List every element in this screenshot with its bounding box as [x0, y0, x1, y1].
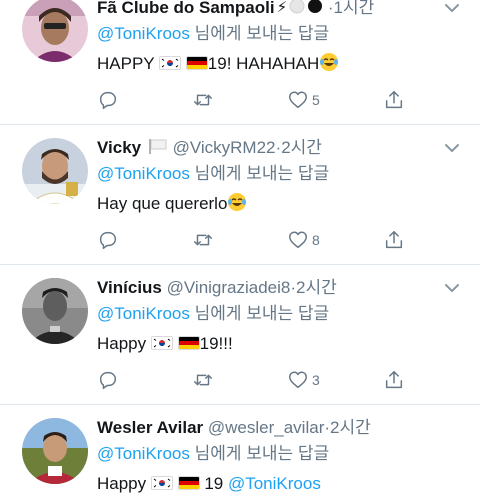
reply-context-label: 님에게 보내는 답글 — [189, 444, 330, 463]
reply-mention-link[interactable]: @ToniKroos — [97, 304, 190, 323]
lightning-badge-icon: ⚡ — [276, 0, 288, 16]
tweet-actions: 3 — [97, 368, 417, 392]
tweet-header: Fã Clube do Sampaoli ⚡ ·1시간 — [97, 0, 440, 20]
tweet-item[interactable]: Wesler Avilar @wesler_avilar·2시간 @ToniKr… — [0, 416, 480, 502]
retweet-icon — [194, 374, 212, 386]
chevron-down-icon[interactable] — [442, 138, 462, 158]
like-button[interactable]: 5 — [287, 88, 320, 112]
mention-link[interactable]: @ToniKroos — [228, 474, 321, 493]
tweet-actions: 8 — [97, 228, 417, 252]
like-button[interactable]: 3 — [287, 368, 320, 392]
tweet-text-part: Happy — [97, 334, 151, 353]
retweet-icon — [194, 234, 212, 246]
reply-mention-link[interactable]: @ToniKroos — [97, 444, 190, 463]
share-icon — [385, 371, 403, 389]
reply-button[interactable] — [97, 228, 119, 252]
share-icon — [385, 231, 403, 249]
reply-mention-link[interactable]: @ToniKroos — [97, 164, 190, 183]
white-circle-icon — [289, 0, 305, 20]
reply-context: @ToniKroos 님에게 보내는 답글 — [97, 162, 329, 186]
divider — [0, 264, 480, 265]
user-handle[interactable]: @Vinigraziadei8 — [167, 278, 291, 297]
tweet-text-part: Happy — [97, 474, 151, 493]
laughing-tears-emoji-icon — [320, 53, 339, 71]
avatar[interactable] — [22, 418, 88, 484]
reply-icon — [99, 231, 117, 249]
tweet-text: HAPPY 19! HAHAHAH — [97, 52, 339, 76]
share-button[interactable] — [383, 88, 405, 112]
user-handle[interactable]: @wesler_avilar — [208, 418, 324, 437]
tweet-header: Vinícius @Vinigraziadei8·2시간 — [97, 276, 440, 300]
south-korea-flag-icon — [159, 56, 182, 70]
white-flag-icon — [148, 136, 168, 160]
tweet-item[interactable]: Vicky @VickyRM22·2시간 @ToniKroos 님에게 보내는 … — [0, 136, 480, 264]
reply-icon — [99, 91, 117, 109]
chevron-down-icon[interactable] — [442, 0, 462, 18]
reply-context-label: 님에게 보내는 답글 — [189, 304, 330, 323]
germany-flag-icon — [185, 56, 208, 70]
reply-context-label: 님에게 보내는 답글 — [189, 24, 330, 43]
germany-flag-icon — [177, 336, 200, 350]
avatar[interactable] — [22, 0, 88, 62]
divider — [0, 404, 480, 405]
divider — [0, 124, 480, 125]
reply-context: @ToniKroos 님에게 보내는 답글 — [97, 302, 329, 326]
tweet-text-part: HAPPY — [97, 54, 160, 73]
like-count: 8 — [312, 232, 320, 248]
south-korea-flag-icon — [150, 336, 173, 350]
reply-context-label: 님에게 보내는 답글 — [189, 164, 330, 183]
reply-context: @ToniKroos 님에게 보내는 답글 — [97, 22, 329, 46]
chevron-down-icon[interactable] — [442, 278, 462, 298]
user-handle[interactable]: @VickyRM22 — [173, 138, 276, 157]
germany-flag-icon — [177, 476, 200, 490]
heart-icon — [289, 91, 307, 109]
reply-button[interactable] — [97, 368, 119, 392]
tweet-header: Wesler Avilar @wesler_avilar·2시간 — [97, 416, 440, 440]
tweet-text: Happy 19!!! — [97, 332, 233, 356]
timestamp[interactable]: 1시간 — [334, 0, 375, 17]
tweet-text-part: Hay que quererlo — [97, 194, 228, 213]
like-count: 5 — [312, 92, 320, 108]
like-count: 3 — [312, 372, 320, 388]
black-circle-icon — [307, 0, 323, 20]
share-button[interactable] — [383, 368, 405, 392]
tweet-header: Vicky @VickyRM22·2시간 — [97, 136, 440, 160]
display-name[interactable]: Vicky — [97, 138, 141, 157]
tweet-text-part: 19 — [199, 474, 228, 493]
reply-context: @ToniKroos 님에게 보내는 답글 — [97, 442, 329, 466]
timestamp[interactable]: 2시간 — [296, 278, 337, 297]
avatar[interactable] — [22, 278, 88, 344]
retweet-button[interactable] — [192, 368, 214, 392]
reply-button[interactable] — [97, 88, 119, 112]
laughing-tears-emoji-icon — [228, 193, 247, 211]
heart-icon — [289, 231, 307, 249]
retweet-button[interactable] — [192, 228, 214, 252]
tweet-item[interactable]: Vinícius @Vinigraziadei8·2시간 @ToniKroos … — [0, 276, 480, 404]
tweet-text: Hay que quererlo — [97, 192, 247, 216]
retweet-icon — [194, 94, 212, 106]
retweet-button[interactable] — [192, 88, 214, 112]
share-button[interactable] — [383, 228, 405, 252]
heart-icon — [289, 371, 307, 389]
like-button[interactable]: 8 — [287, 228, 320, 252]
tweet-actions: 5 — [97, 88, 417, 112]
tweet-text-part: 19! HAHAHAH — [207, 54, 320, 73]
avatar[interactable] — [22, 138, 88, 204]
south-korea-flag-icon — [150, 476, 173, 490]
tweet-text-part: 19!!! — [199, 334, 233, 353]
timestamp[interactable]: 2시간 — [330, 418, 371, 437]
display-name[interactable]: Fã Clube do Sampaoli — [97, 0, 275, 17]
share-icon — [385, 91, 403, 109]
display-name[interactable]: Wesler Avilar — [97, 418, 203, 437]
reply-icon — [99, 371, 117, 389]
tweet-text: Happy 19 @ToniKroos — [97, 472, 321, 496]
tweet-item[interactable]: Fã Clube do Sampaoli ⚡ ·1시간 @ToniKroos 님에… — [0, 0, 480, 124]
reply-mention-link[interactable]: @ToniKroos — [97, 24, 190, 43]
timestamp[interactable]: 2시간 — [281, 138, 322, 157]
display-name[interactable]: Vinícius — [97, 278, 162, 297]
